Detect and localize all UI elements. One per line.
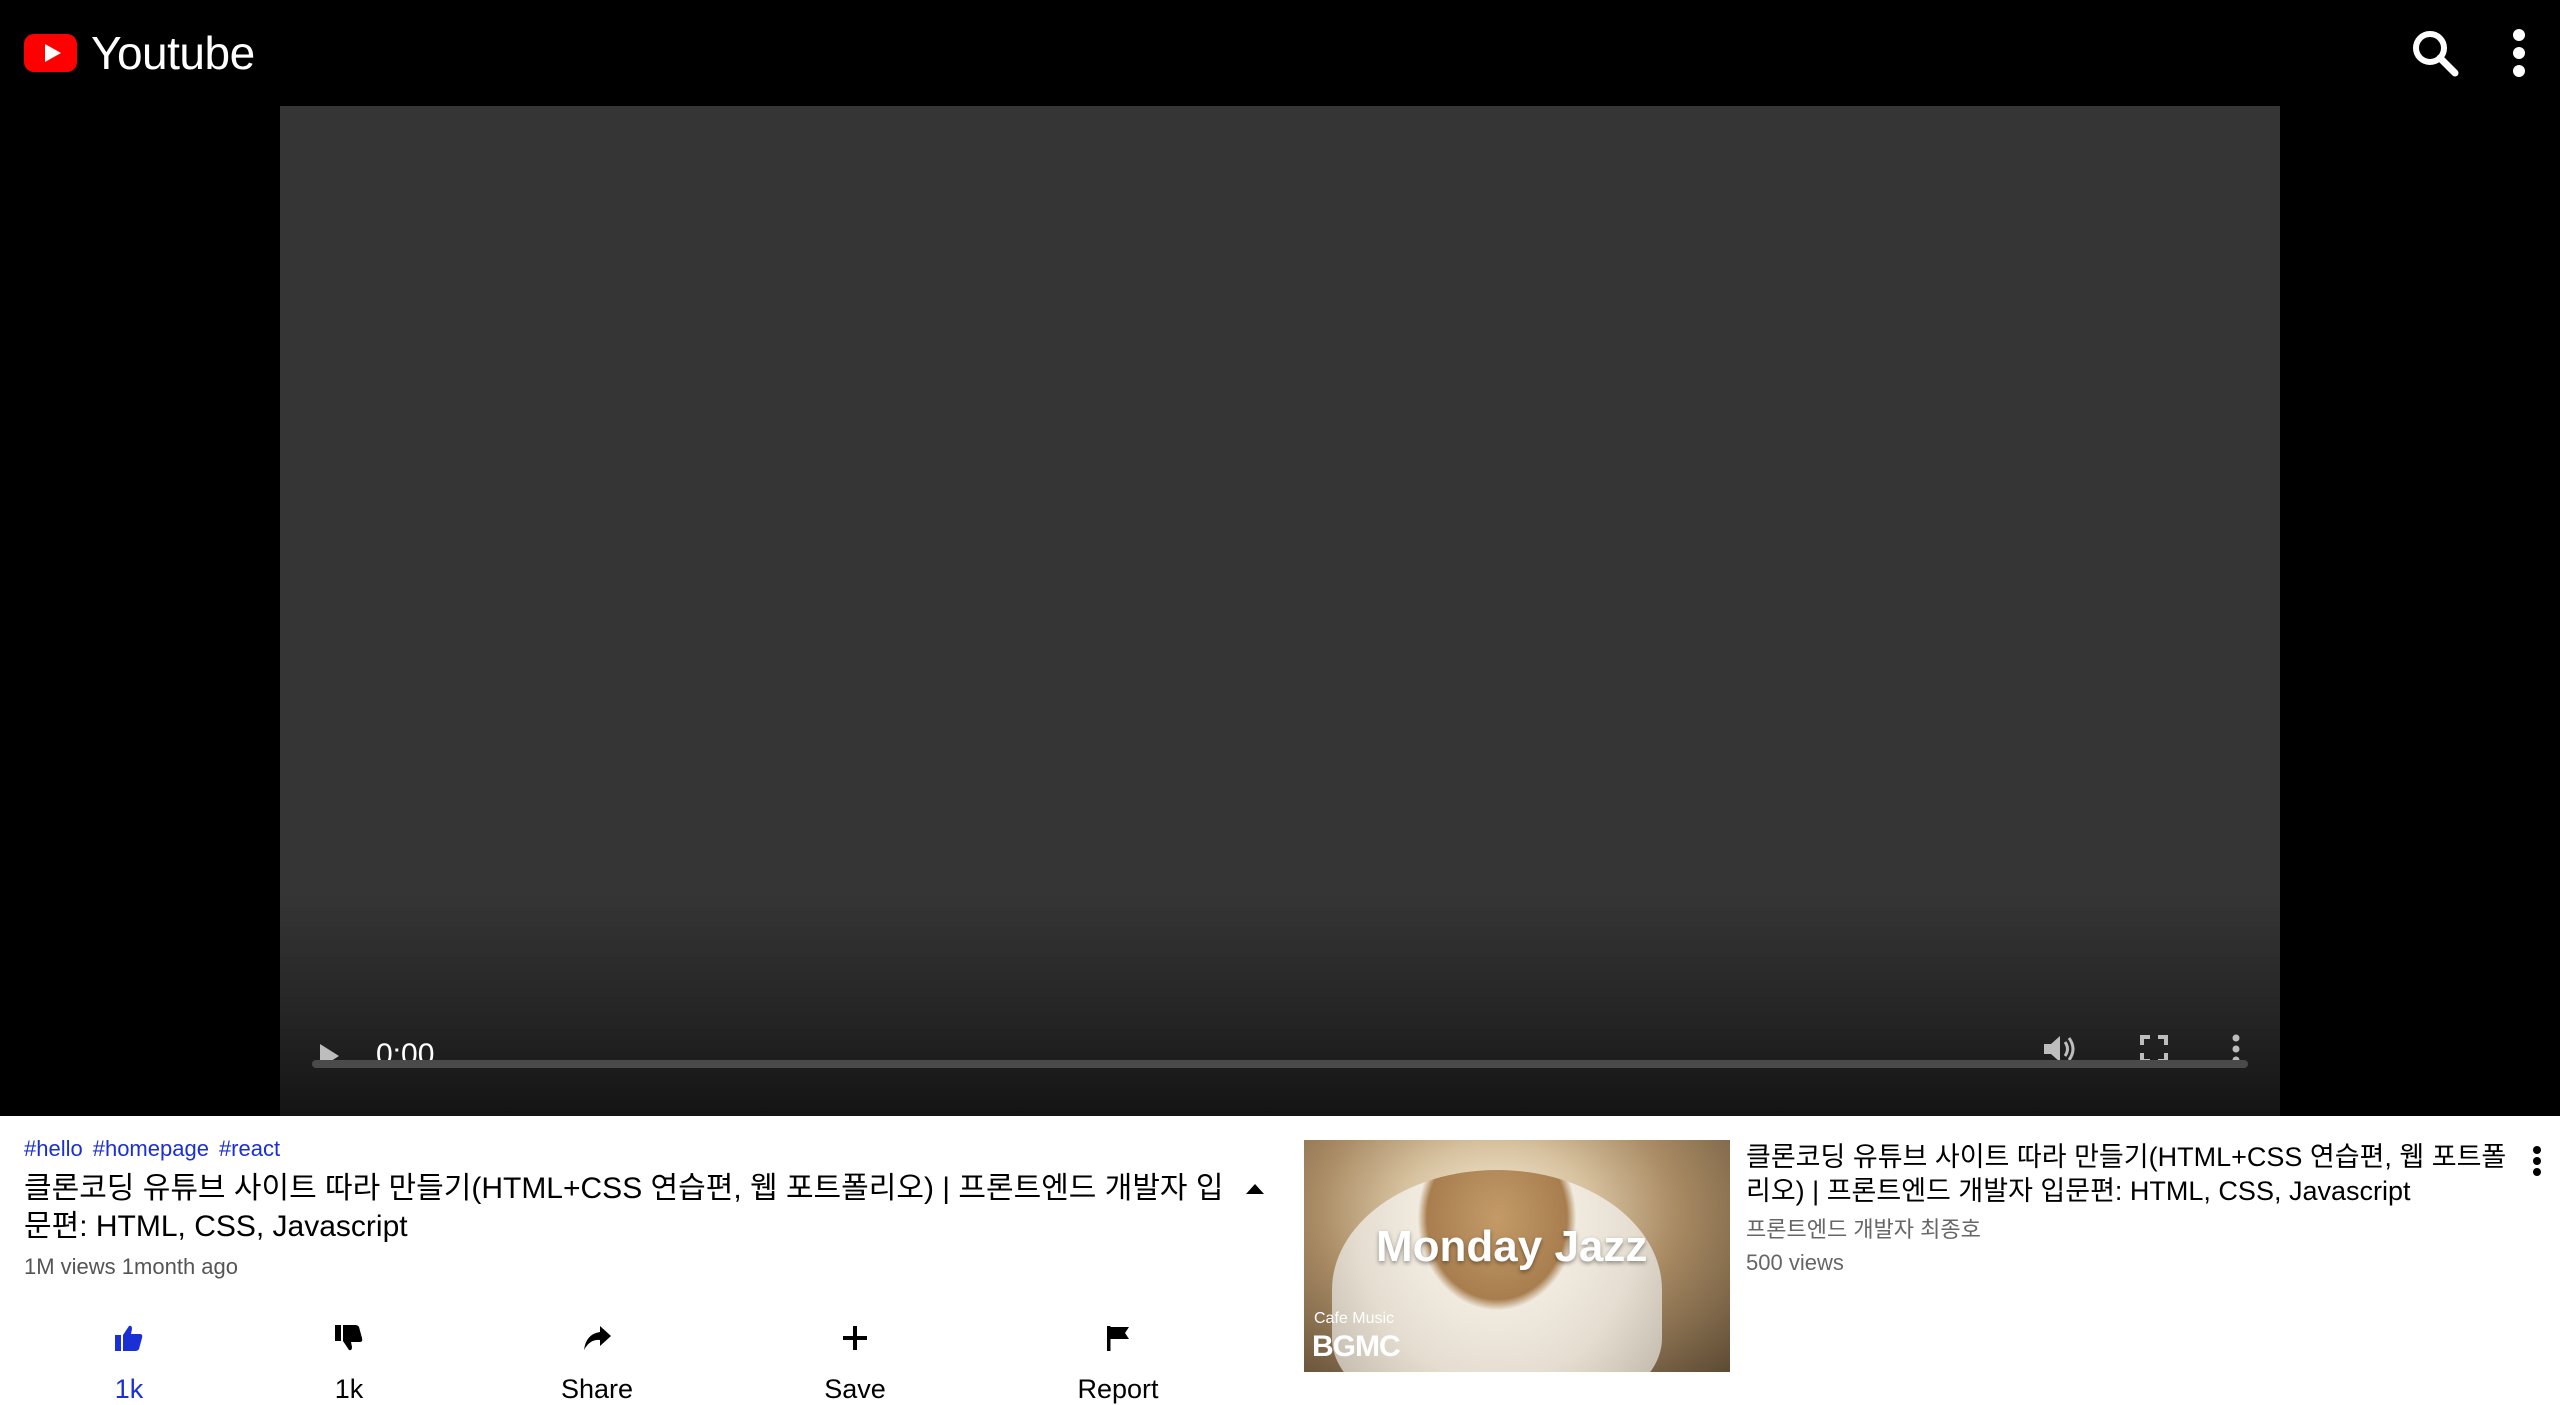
video-info: #hello #homepage #react 클론코딩 유튜브 사이트 따라 …: [24, 1136, 1264, 1405]
collapse-caret-icon[interactable]: [1246, 1184, 1264, 1194]
hashtag[interactable]: #react: [219, 1136, 280, 1162]
dislike-count: 1k: [334, 1374, 364, 1404]
like-count: 1k: [114, 1374, 144, 1404]
thumbnail-brand: BGMC: [1312, 1330, 1401, 1363]
up-next-item[interactable]: Monday Jazz Cafe Music BGMC 클론코딩 유튜브 사이트…: [1304, 1140, 2544, 1372]
dislike-button[interactable]: 1k: [294, 1324, 404, 1405]
save-label: Save: [824, 1374, 886, 1404]
fullscreen-icon[interactable]: [2140, 1035, 2168, 1063]
player-controls: 0:00: [280, 1006, 2280, 1116]
up-next-views: 500 views: [1746, 1250, 1844, 1275]
hashtags: #hello #homepage #react: [24, 1136, 1264, 1162]
video-player[interactable]: 0:00: [280, 106, 2280, 1116]
more-vertical-icon[interactable]: [2512, 28, 2526, 78]
video-title: 클론코딩 유튜브 사이트 따라 만들기(HTML+CSS 연습편, 웹 포트폴리…: [24, 1172, 1224, 1243]
thumbs-up-icon: [115, 1325, 143, 1351]
app-header: Youtube: [0, 0, 2560, 106]
up-next-channel[interactable]: 프론트엔드 개발자 최종호: [1746, 1212, 2508, 1244]
thumbs-down-icon: [335, 1325, 363, 1351]
up-next-title[interactable]: 클론코딩 유튜브 사이트 따라 만들기(HTML+CSS 연습편, 웹 포트폴리…: [1746, 1140, 2508, 1208]
share-label: Share: [560, 1374, 634, 1404]
like-button[interactable]: 1k: [74, 1324, 184, 1405]
video-thumbnail[interactable]: Monday Jazz Cafe Music BGMC: [1304, 1140, 1730, 1372]
share-button[interactable]: Share: [532, 1324, 662, 1405]
brand-name: Youtube: [91, 27, 255, 79]
report-button[interactable]: Report: [1048, 1324, 1188, 1405]
up-next-info: 클론코딩 유튜브 사이트 따라 만들기(HTML+CSS 연습편, 웹 포트폴리…: [1746, 1140, 2544, 1372]
flag-icon: [1107, 1326, 1129, 1351]
hashtag[interactable]: #homepage: [93, 1136, 209, 1162]
action-bar: 1k 1k Share Save Report: [24, 1324, 1264, 1405]
hashtag[interactable]: #hello: [24, 1136, 83, 1162]
share-icon: [584, 1326, 611, 1350]
thumbnail-title: Monday Jazz: [1376, 1222, 1648, 1271]
video-meta: 1M views 1month ago: [24, 1254, 238, 1279]
progress-bar[interactable]: [312, 1060, 2248, 1068]
save-button[interactable]: Save: [790, 1324, 920, 1405]
report-label: Report: [1077, 1374, 1159, 1404]
thumbnail-subtitle: Cafe Music: [1314, 1310, 1395, 1327]
more-vertical-icon[interactable]: [2532, 1146, 2542, 1181]
video-band: 0:00: [0, 106, 2560, 1116]
search-icon[interactable]: [2410, 28, 2460, 78]
plus-icon: [843, 1326, 867, 1350]
youtube-logo[interactable]: Youtube: [24, 26, 255, 80]
youtube-logo-icon: [24, 34, 77, 72]
